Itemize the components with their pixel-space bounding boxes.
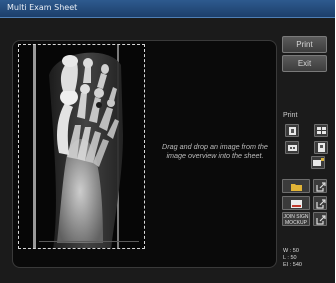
- window-level-readout: W : 50 L : 50 EI : 540: [283, 248, 302, 269]
- print-portrait-button[interactable]: [314, 141, 328, 154]
- exam-sheet[interactable]: Drag and drop an image from the image ov…: [12, 40, 277, 268]
- print-layout-2x1-button[interactable]: [285, 141, 299, 154]
- export-image-button[interactable]: [313, 196, 327, 210]
- drop-hint-text: Drag and drop an image from the image ov…: [162, 142, 268, 160]
- print-button[interactable]: Print: [282, 36, 327, 53]
- exit-button[interactable]: Exit: [282, 55, 327, 72]
- print-layout-1x1-icon: [289, 127, 296, 135]
- export-mockup-button[interactable]: [313, 212, 327, 226]
- multi-exam-sheet-window: Multi Exam Sheet Drag and drop an image …: [0, 0, 335, 283]
- save-image-button[interactable]: [282, 196, 310, 210]
- title-bar: Multi Exam Sheet: [0, 0, 335, 18]
- image-icon: [291, 200, 302, 208]
- window-width-value: W : 50: [283, 248, 299, 254]
- print-section-label: Print: [283, 112, 298, 119]
- print-layout-grid-button[interactable]: [314, 124, 328, 137]
- window-title: Multi Exam Sheet: [7, 3, 78, 12]
- exposure-index-value: EI : 540: [283, 262, 302, 268]
- print-landscape-button[interactable]: [311, 156, 325, 169]
- foot-xray-image: [19, 45, 144, 248]
- print-landscape-icon: [313, 158, 324, 166]
- folder-icon: [291, 184, 302, 191]
- print-layout-2x1-icon: [288, 145, 297, 151]
- external-link-icon: [316, 199, 326, 209]
- print-portrait-icon: [318, 143, 325, 152]
- window-level-value: L : 50: [283, 255, 297, 261]
- open-folder-button[interactable]: [282, 179, 310, 193]
- join-sign-mockup-button[interactable]: JOIN SIGN MOCKUP: [282, 212, 310, 226]
- external-link-icon: [316, 182, 326, 192]
- external-link-icon: [316, 215, 326, 225]
- print-layout-1x1-button[interactable]: [285, 124, 299, 137]
- print-layout-grid-icon: [317, 127, 326, 134]
- image-slot[interactable]: [18, 44, 145, 249]
- export-folder-button[interactable]: [313, 179, 327, 193]
